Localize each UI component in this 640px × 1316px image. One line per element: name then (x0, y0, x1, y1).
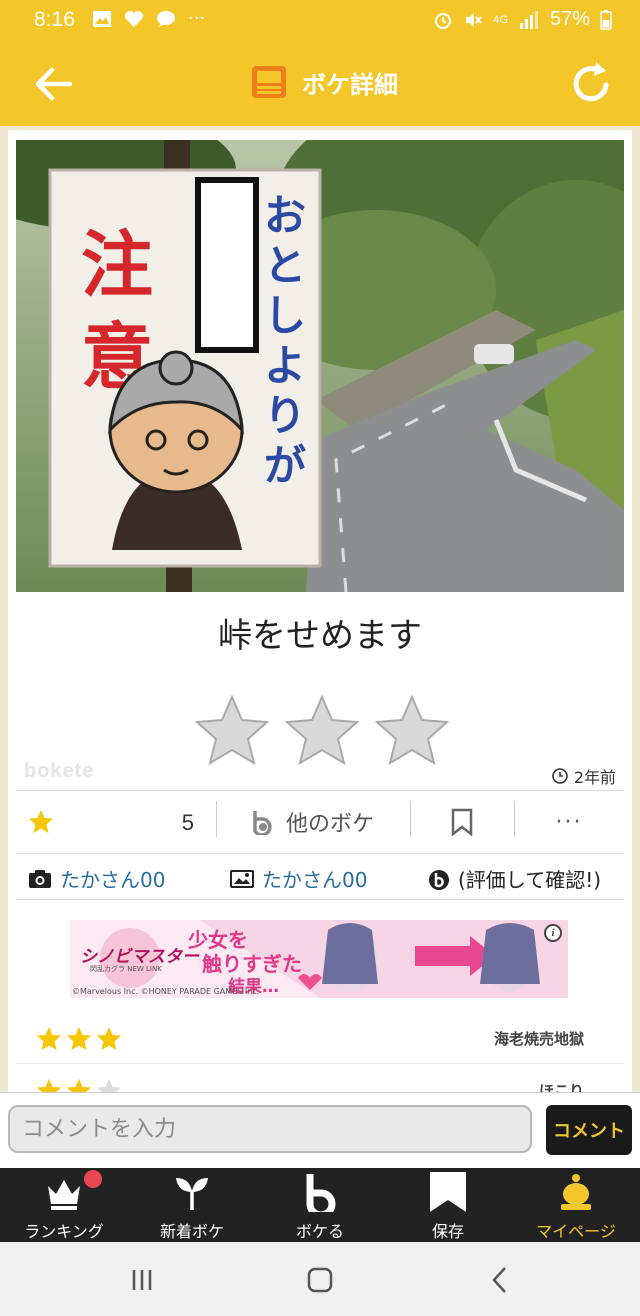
camera-icon (29, 869, 51, 888)
person-icon (561, 1174, 591, 1210)
boke-author-text: (評価して確認!) (458, 868, 602, 892)
status-bar: 8:16 ··· 4G 57% (0, 0, 640, 40)
photo-credit-user[interactable]: たかさん00 (60, 864, 165, 893)
posted-time: 2年前 (552, 764, 616, 788)
svg-text:し: し (264, 291, 306, 340)
chat-bubble-icon (157, 10, 175, 27)
nav-saved[interactable]: 保存 (384, 1168, 512, 1242)
nav-label: ランキング (24, 1222, 104, 1241)
image-credit[interactable]: たかさん00 (230, 864, 367, 893)
status-time: 8:16 (34, 8, 75, 31)
rate-star-1[interactable] (194, 694, 270, 766)
boke-photo[interactable]: 注 意 お と し よ り が (16, 140, 624, 592)
rating-stars (194, 694, 450, 766)
gallery-icon (93, 10, 111, 27)
boke-author[interactable]: (評価して確認!) (428, 864, 601, 893)
svg-text:よ: よ (264, 341, 306, 390)
photo-illustration: 注 意 お と し よ り が (16, 140, 624, 592)
ad-info-icon[interactable]: i (544, 924, 562, 942)
back-icon[interactable] (480, 1260, 520, 1300)
nav-new-boke[interactable]: 新着ボケ (128, 1168, 256, 1242)
alarm-icon (435, 12, 452, 29)
nav-ranking[interactable]: ランキング (0, 1168, 128, 1242)
svg-text:と: と (264, 241, 306, 290)
nav-label: 保存 (431, 1222, 464, 1241)
rating-user[interactable]: 海老焼売地獄 (494, 1028, 584, 1049)
rating-stars-1 (36, 1026, 122, 1051)
ad-banner[interactable]: シノビマスター 閃乱カグラ NEW LINK 少女を 触りすぎた 結果… ©Ma… (70, 920, 568, 998)
nav-label: マイページ (536, 1222, 616, 1241)
home-icon[interactable] (300, 1260, 340, 1300)
notification-icons: ··· (92, 8, 205, 29)
ad-copyright: ©Marvelous Inc. ©HONEY PARADE GAMES Inc. (72, 987, 260, 996)
sprout-icon (176, 1178, 208, 1210)
image-credit-user[interactable]: たかさん00 (262, 864, 367, 893)
bokete-b-icon (429, 869, 449, 890)
comment-bar: コメント (0, 1092, 640, 1168)
other-boke-button[interactable]: 他のボケ (216, 791, 410, 853)
gold-star-icon (97, 1027, 121, 1050)
other-boke-label: 他のボケ (285, 812, 374, 837)
more-notifications: ··· (188, 8, 206, 29)
bookmark-outline-icon (451, 808, 473, 836)
rate-star-3[interactable] (374, 694, 450, 766)
bookmark-icon (430, 1172, 466, 1212)
nav-label: ボケる (295, 1222, 344, 1241)
star-count-button[interactable]: 5 (16, 791, 216, 853)
bottom-navigation: ランキング 新着ボケ ボケる 保存 マイページ (0, 1168, 640, 1242)
app-bar: ボケ詳細 (0, 40, 640, 126)
gold-star-icon (37, 1027, 61, 1050)
save-bookmark-button[interactable] (410, 791, 514, 853)
boke-caption: 峠をせめます (218, 616, 422, 656)
sign-blue-text: お と し よ り が (264, 191, 306, 490)
boke-detail-icon (252, 66, 286, 98)
posted-ago: 2年前 (573, 768, 616, 787)
rating-list-item[interactable]: 海老焼売地獄 (16, 1012, 624, 1064)
comment-input[interactable] (8, 1105, 532, 1153)
page-title: ボケ詳細 (302, 70, 398, 99)
nav-my-page[interactable]: マイページ (512, 1168, 640, 1242)
system-navigation-bar (0, 1242, 640, 1316)
bokete-watermark: bokete (24, 760, 95, 782)
nav-label: 新着ボケ (159, 1222, 224, 1241)
content-area: 注 意 お と し よ り が 峠をせめます bokete 2年前 5 他のボケ… (0, 126, 640, 1116)
svg-text:お: お (264, 191, 306, 240)
svg-text:が: が (264, 441, 306, 490)
image-icon (230, 869, 254, 888)
heart-icon (125, 10, 143, 27)
signal-icon (519, 10, 538, 29)
refresh-icon[interactable] (566, 58, 616, 108)
more-options-button[interactable]: ··· (514, 791, 624, 853)
more-icon: ··· (555, 809, 583, 835)
star-count: 5 (181, 810, 194, 835)
clock-icon (552, 768, 568, 784)
credits-row: たかさん00 たかさん00 (評価して確認!) (16, 854, 624, 900)
comment-submit-button[interactable]: コメント (546, 1105, 632, 1155)
battery-percent: 57% (549, 8, 590, 30)
crown-icon (48, 1180, 80, 1210)
ad-logo-sub: 閃乱カグラ NEW LINK (90, 965, 162, 973)
rate-star-2[interactable] (284, 694, 360, 766)
svg-text:り: り (264, 391, 306, 440)
back-arrow-icon[interactable] (30, 60, 78, 108)
notification-badge (84, 1170, 102, 1188)
page-title-group: ボケ詳細 (252, 62, 398, 102)
network-type: 4G (493, 13, 508, 26)
battery-icon (600, 9, 612, 30)
mute-icon (466, 12, 483, 27)
gold-star-icon (29, 810, 53, 833)
boke-card: 注 意 お と し よ り が 峠をせめます bokete 2年前 5 他のボケ… (8, 130, 632, 1116)
nav-bokeru[interactable]: ボケる (256, 1168, 384, 1242)
bokete-b-icon (253, 811, 272, 835)
system-status-icons: 4G 57% (433, 8, 612, 31)
photo-credit[interactable]: たかさん00 (28, 864, 165, 893)
gold-star-icon (67, 1027, 91, 1050)
sign-red-text-1: 注 (81, 223, 153, 307)
recent-apps-icon[interactable] (122, 1260, 162, 1300)
bokete-b-icon (306, 1174, 336, 1212)
screen: 8:16 ··· 4G 57% ボケ詳細 注 意 お と し よ り が 峠をせ… (0, 0, 640, 1316)
action-row: 5 他のボケ ··· (16, 790, 624, 854)
